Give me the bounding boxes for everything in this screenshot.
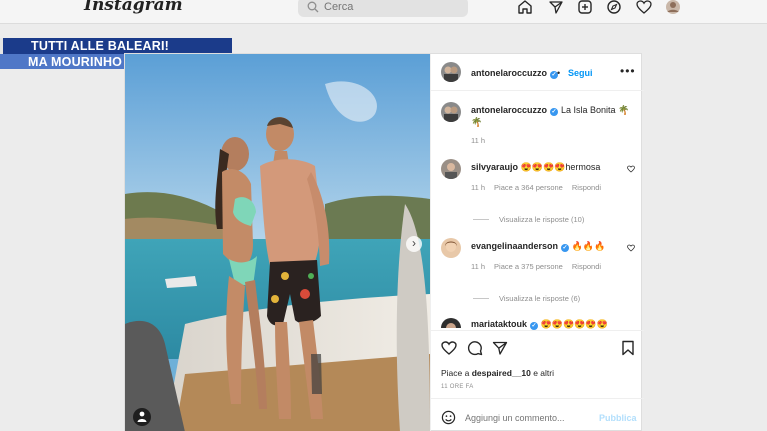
comment-text: hermosa [565, 162, 601, 172]
comment-username[interactable]: mariataktouk [471, 319, 527, 329]
palm-tree-icon: 🌴 [471, 117, 483, 127]
replies-line [473, 219, 489, 220]
likes-prefix: Piace a [441, 368, 470, 378]
banner-line-1: TUTTI ALLE BALEARI! [31, 39, 170, 53]
caption-username[interactable]: antonelaroccuzzo [471, 105, 547, 115]
avatar-image [441, 102, 461, 122]
comment-divider [431, 398, 644, 399]
search-icon [307, 1, 319, 13]
view-replies-button[interactable]: Visualizza le risposte (6) [473, 294, 580, 303]
comment-time: 11 h [471, 262, 486, 271]
view-replies-label[interactable]: Visualizza le risposte (6) [499, 294, 580, 303]
caption-text: La Isla Bonita [561, 105, 616, 115]
comment-username[interactable]: evangelinaanderson [471, 241, 558, 251]
avatar-image [441, 159, 461, 179]
post-timestamp[interactable]: 11 ORE FA [441, 384, 474, 390]
more-options-icon[interactable]: ••• [620, 64, 636, 78]
like-comment-heart-icon[interactable] [627, 165, 635, 173]
like-comment-heart-icon[interactable] [627, 244, 635, 252]
direct-icon[interactable] [548, 0, 564, 15]
comment-time: 11 h [471, 183, 486, 192]
search-box[interactable] [298, 0, 468, 17]
comment-bubble-icon[interactable] [467, 340, 483, 356]
avatar-image [441, 238, 461, 258]
likes-summary: Piace a despaired__10 e altri [441, 368, 554, 378]
verified-badge-icon: ✓ [561, 244, 570, 252]
author-username[interactable]: antonelaroccuzzo [471, 68, 547, 78]
header-divider [431, 90, 644, 91]
save-bookmark-icon[interactable] [620, 340, 636, 356]
fire-emoji: 🔥🔥🔥 [571, 241, 606, 251]
verified-badge-icon: ✓ [530, 322, 539, 330]
comment-likes[interactable]: Piace a 364 persone [494, 183, 563, 192]
avatar-image [441, 318, 461, 328]
user-tag-icon [137, 411, 147, 422]
view-replies-label[interactable]: Visualizza le risposte (10) [499, 215, 584, 224]
post-author-name[interactable]: antonelaroccuzzo ✓ [471, 68, 559, 79]
activity-heart-icon[interactable] [636, 0, 652, 15]
beach-yacht-photo [125, 54, 430, 431]
news-banner-headline: TUTTI ALLE BALEARI! [0, 38, 232, 54]
comment-row: mariataktouk ✓ 😍😍😍😍😍😍 [471, 319, 611, 330]
comment-meta: 11 h Piace a 375 persone Rispondi [471, 262, 610, 271]
instagram-post: › antonelaroccuzzo ✓ • Segui ••• antonela… [124, 53, 644, 431]
profile-avatar[interactable] [665, 0, 681, 15]
separator-dot: • [557, 68, 561, 78]
comment-avatar[interactable] [441, 238, 461, 258]
post-sidebar: antonelaroccuzzo ✓ • Segui ••• antonelaro… [430, 54, 644, 431]
actions-divider [431, 330, 644, 331]
caption: antonelaroccuzzo ✓ La Isla Bonita 🌴 🌴 [471, 104, 631, 128]
comment-meta: 11 h Piace a 364 persone Rispondi [471, 183, 610, 192]
author-avatar[interactable] [441, 62, 461, 82]
comment-avatar[interactable] [441, 159, 461, 179]
publish-comment-button[interactable]: Pubblica [599, 413, 637, 423]
comment-row: silvyaraujo 😍😍😍😍hermosa [471, 162, 600, 173]
tagged-users-button[interactable] [133, 408, 151, 426]
search-input[interactable] [324, 0, 454, 15]
caption-time: 11 h [471, 136, 486, 145]
reply-button[interactable]: Rispondi [572, 183, 601, 192]
view-replies-button[interactable]: Visualizza le risposte (10) [473, 215, 584, 224]
comment-likes[interactable]: Piace a 375 persone [494, 262, 563, 271]
like-heart-icon[interactable] [441, 340, 457, 356]
next-photo-button[interactable]: › [406, 236, 422, 252]
replies-line [473, 298, 489, 299]
new-post-icon[interactable] [577, 0, 593, 15]
reply-button[interactable]: Rispondi [572, 262, 601, 271]
home-icon[interactable] [517, 0, 533, 15]
follow-button[interactable]: Segui [568, 68, 593, 78]
add-comment-input[interactable] [465, 411, 595, 425]
palm-tree-icon: 🌴 [618, 105, 630, 115]
comment-avatar[interactable] [441, 318, 461, 328]
comment-username[interactable]: silvyaraujo [471, 162, 518, 172]
avatar-image [441, 62, 461, 82]
caption-avatar[interactable] [441, 102, 461, 122]
share-icon[interactable] [492, 340, 508, 356]
post-photo[interactable]: › [125, 54, 430, 431]
verified-badge-icon: ✓ [550, 108, 559, 116]
emoji-picker-icon[interactable] [441, 410, 456, 425]
heart-eyes-emoji: 😍😍😍😍😍😍 [540, 319, 608, 329]
heart-eyes-emoji: 😍😍😍😍 [520, 162, 566, 172]
top-navigation-bar: Instagram [0, 0, 767, 24]
liked-by-user[interactable]: despaired__10 [472, 368, 531, 378]
instagram-logo[interactable]: Instagram [84, 0, 183, 15]
explore-icon[interactable] [606, 0, 622, 15]
comment-row: evangelinaanderson ✓ 🔥🔥🔥 [471, 241, 608, 252]
likes-suffix[interactable]: e altri [533, 368, 554, 378]
